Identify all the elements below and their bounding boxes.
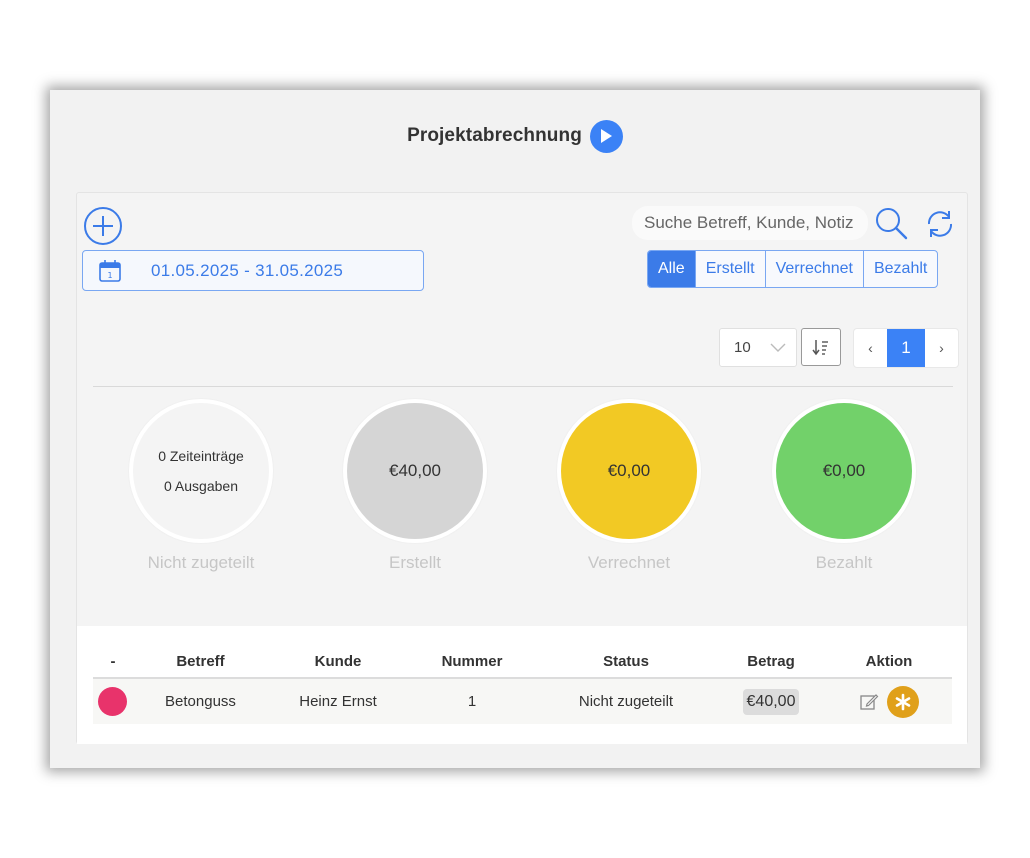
stat-label: Nicht zugeteilt <box>147 553 255 572</box>
cell-betreff: Betonguss <box>133 678 268 724</box>
stat-time-entries: 0 Zeiteinträge <box>158 448 244 464</box>
status-filter-group: Alle Erstellt Verrechnet Bezahlt <box>647 250 939 288</box>
col-header-marker: - <box>93 646 133 679</box>
col-header-kunde[interactable]: Kunde <box>268 646 408 679</box>
app-window: Projektabrechnung 1 01.05.2025 - 31.05.2… <box>50 90 980 768</box>
stat-value: €40,00 <box>389 461 441 480</box>
row-actions <box>826 685 952 718</box>
divider <box>93 386 953 387</box>
billing-table: - Betreff Kunde Nummer Status Betrag Akt… <box>93 646 952 724</box>
search-input[interactable] <box>632 206 868 240</box>
pagination-next[interactable]: › <box>925 329 958 367</box>
date-range-picker[interactable]: 1 01.05.2025 - 31.05.2025 <box>82 250 424 291</box>
status-dot <box>98 687 127 716</box>
cell-aktion <box>826 678 952 724</box>
col-header-status[interactable]: Status <box>536 646 716 679</box>
stat-bezahlt: €0,00 Bezahlt <box>770 399 918 573</box>
col-header-aktion: Aktion <box>826 646 952 679</box>
filter-verrechnet[interactable]: Verrechnet <box>764 251 863 287</box>
filter-bezahlt[interactable]: Bezahlt <box>862 251 937 287</box>
pagination: ‹ 1 › <box>853 328 959 368</box>
cell-nummer: 1 <box>408 678 536 724</box>
stat-expenses: 0 Ausgaben <box>164 478 238 494</box>
cell-kunde: Heinz Ernst <box>268 678 408 724</box>
filter-alle[interactable]: Alle <box>648 251 695 287</box>
pagination-page-1[interactable]: 1 <box>887 329 925 367</box>
stat-label: Erstellt <box>389 553 441 572</box>
stat-erstellt: €40,00 Erstellt <box>341 399 489 573</box>
row-status-marker <box>93 678 133 724</box>
stat-circle: 0 Zeiteinträge 0 Ausgaben <box>129 399 273 543</box>
action-menu-button[interactable] <box>887 685 919 718</box>
page-title: Projektabrechnung <box>407 125 582 146</box>
table-row[interactable]: Betonguss Heinz Ernst 1 Nicht zugeteilt … <box>93 678 952 724</box>
stat-nicht-zugeteilt: 0 Zeiteinträge 0 Ausgaben Nicht zugeteil… <box>127 399 275 573</box>
table-header-row: - Betreff Kunde Nummer Status Betrag Akt… <box>93 646 952 679</box>
chevron-down-icon <box>770 343 786 352</box>
col-header-betreff[interactable]: Betreff <box>133 646 268 679</box>
stat-circle: €0,00 <box>557 399 701 543</box>
stat-circle: €0,00 <box>772 399 916 543</box>
col-header-betrag[interactable]: Betrag <box>716 646 826 679</box>
date-range-text: 01.05.2025 - 31.05.2025 <box>151 260 344 280</box>
stat-label: Bezahlt <box>815 553 873 572</box>
cell-status: Nicht zugeteilt <box>536 678 716 724</box>
svg-text:1: 1 <box>107 271 112 280</box>
play-button[interactable] <box>589 119 623 153</box>
asterisk-icon <box>895 693 911 710</box>
page-size-select[interactable]: 10 <box>719 328 797 367</box>
stat-verrechnet: €0,00 Verrechnet <box>555 399 703 573</box>
edit-icon[interactable] <box>859 692 879 712</box>
main-card: 1 01.05.2025 - 31.05.2025 Alle Erstellt … <box>76 192 968 744</box>
search-icon[interactable] <box>873 205 909 241</box>
stat-label: Verrechnet <box>587 553 671 572</box>
stat-value: €0,00 <box>607 461 651 480</box>
amount-badge: €40,00 <box>742 688 800 715</box>
play-icon <box>601 129 613 143</box>
header: Projektabrechnung <box>50 118 980 154</box>
stat-value: €0,00 <box>822 461 866 480</box>
filter-erstellt[interactable]: Erstellt <box>694 251 765 287</box>
refresh-icon[interactable] <box>923 207 957 241</box>
pagination-prev[interactable]: ‹ <box>854 329 887 367</box>
col-header-nummer[interactable]: Nummer <box>408 646 536 679</box>
sort-button[interactable] <box>801 328 841 366</box>
table-area: - Betreff Kunde Nummer Status Betrag Akt… <box>77 626 967 744</box>
page-size-value: 10 <box>734 339 751 356</box>
calendar-icon: 1 <box>99 259 121 282</box>
sort-descending-icon <box>812 340 828 356</box>
stat-circle: €40,00 <box>343 399 487 543</box>
cell-betrag: €40,00 <box>716 678 826 724</box>
add-icon[interactable] <box>83 206 123 246</box>
